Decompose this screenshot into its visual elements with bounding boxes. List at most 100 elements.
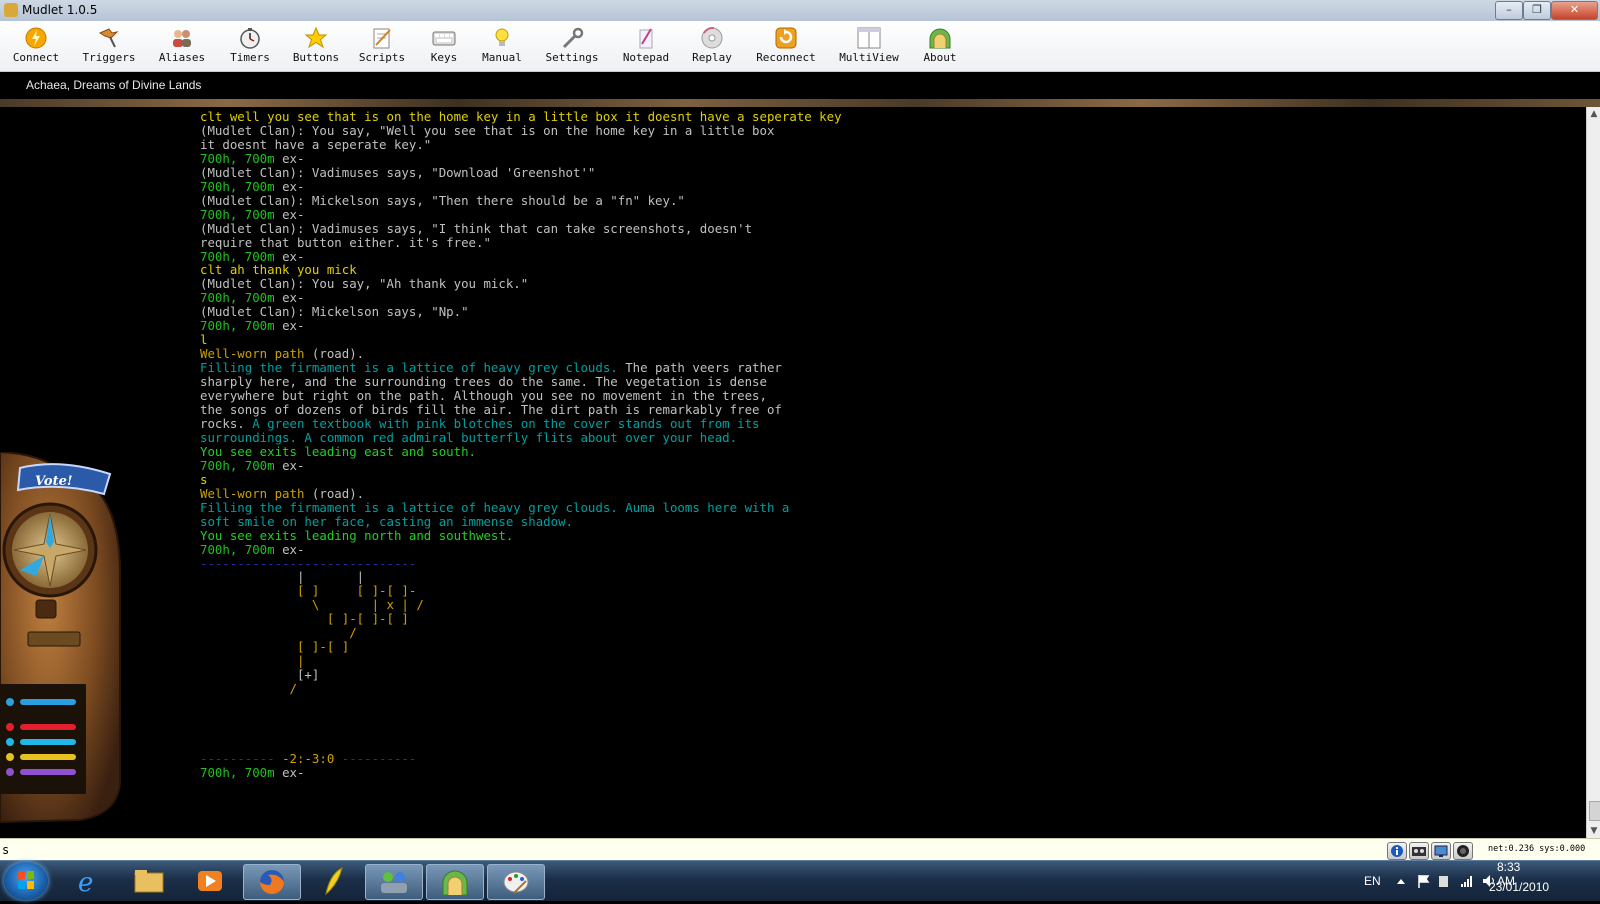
heart-icon bbox=[6, 723, 14, 731]
action-center-flag-icon[interactable] bbox=[1418, 875, 1430, 888]
triggers-button[interactable]: Triggers bbox=[78, 23, 140, 69]
console-text-segment: ex- bbox=[282, 150, 305, 166]
connect-button[interactable]: Connect bbox=[8, 23, 64, 69]
console-text-segment: (road). bbox=[311, 346, 365, 362]
show-hidden-icons-icon[interactable] bbox=[1397, 879, 1405, 884]
multiview-icon bbox=[857, 27, 881, 49]
windows-logo-icon bbox=[18, 871, 34, 889]
console-line: 700h, 700m ex- bbox=[200, 249, 842, 264]
session-tab[interactable]: Achaea, Dreams of Divine Lands bbox=[26, 78, 201, 92]
taskbar-media-player[interactable] bbox=[182, 864, 238, 898]
scroll-down-arrow-icon[interactable]: ▼ bbox=[1587, 824, 1600, 838]
console-line: the songs of dozens of birds fill the ai… bbox=[200, 403, 842, 417]
close-button[interactable]: ✕ bbox=[1551, 1, 1598, 20]
taskbar-feather-app[interactable] bbox=[304, 864, 360, 898]
console-text-segment: 700h, 700m bbox=[200, 541, 283, 557]
console-line: [ ] [ ]-[ ]- bbox=[200, 584, 842, 598]
clock-date[interactable]: 23/01/2010 bbox=[1489, 880, 1549, 894]
main-console[interactable]: clt well you see that is on the home key… bbox=[0, 107, 1586, 838]
console-line: 700h, 700m ex- bbox=[200, 541, 842, 557]
scroll-thumb[interactable] bbox=[1589, 801, 1600, 821]
taskbar-paint[interactable] bbox=[487, 864, 545, 900]
console-line: everywhere but right on the path. Althou… bbox=[200, 389, 842, 403]
about-button[interactable]: About bbox=[912, 23, 968, 69]
about-icon bbox=[929, 28, 951, 49]
console-line: You see exits leading north and southwes… bbox=[200, 528, 842, 543]
vote-label[interactable]: Vote! bbox=[35, 474, 73, 489]
maximize-button[interactable]: ❐ bbox=[1523, 1, 1551, 20]
command-input[interactable] bbox=[2, 842, 1382, 858]
console-line: clt well you see that is on the home key… bbox=[200, 110, 842, 124]
timers-button[interactable]: Timers bbox=[222, 23, 278, 69]
console-text-segment: s bbox=[200, 471, 208, 487]
network-app-icon bbox=[381, 872, 407, 893]
taskbar-network-app[interactable] bbox=[365, 864, 423, 900]
info-icon bbox=[1391, 845, 1403, 857]
endurance-bar bbox=[20, 699, 76, 705]
firefox-icon bbox=[260, 870, 284, 894]
console-text-segment: ex- bbox=[282, 764, 305, 780]
console-line: (Mudlet Clan): Vadimuses says, "I think … bbox=[200, 221, 842, 236]
lock-scroll-button[interactable] bbox=[1431, 842, 1451, 860]
mudlet-app-icon bbox=[4, 3, 18, 17]
mudlet-icon bbox=[442, 870, 468, 896]
taskbar-mudlet[interactable] bbox=[426, 864, 484, 900]
willpower-icon bbox=[6, 753, 14, 761]
usb-device-icon[interactable] bbox=[1439, 876, 1448, 887]
console-text-segment bbox=[200, 695, 207, 710]
logging-toggle-button[interactable] bbox=[1409, 842, 1429, 860]
console-text-segment: it doesnt have a seperate key." bbox=[200, 136, 432, 152]
console-text-segment: (Mudlet Clan): Vadimuses says, "Download… bbox=[200, 164, 596, 180]
minimize-button[interactable]: – bbox=[1495, 1, 1523, 20]
console-line bbox=[200, 724, 842, 738]
console-line: / bbox=[200, 626, 842, 640]
taskbar-ie[interactable]: e bbox=[60, 864, 116, 898]
console-line: [ ]-[ ]-[ ] bbox=[200, 612, 842, 626]
console-line: Well-worn path (road). bbox=[200, 347, 842, 361]
taskbar-explorer[interactable] bbox=[121, 864, 177, 898]
console-text-segment: the songs of dozens of birds fill the ai… bbox=[200, 402, 782, 418]
replay-button[interactable]: Replay bbox=[684, 23, 740, 69]
multiview-button[interactable]: MultiView bbox=[834, 23, 904, 69]
buttons-button[interactable]: Buttons bbox=[286, 23, 346, 69]
console-line: require that button either. it's free." bbox=[200, 235, 842, 250]
notepad-button[interactable]: Notepad bbox=[616, 23, 676, 69]
console-scrollbar[interactable]: ▲ ▼ bbox=[1586, 107, 1600, 838]
keys-button[interactable]: Keys bbox=[416, 23, 472, 69]
reconnect-button[interactable]: Reconnect bbox=[750, 23, 822, 69]
feather-app-icon bbox=[325, 867, 343, 896]
console-line: s bbox=[200, 471, 842, 487]
decorative-border bbox=[0, 99, 1600, 107]
console-text-segment: [ ]-[ ] bbox=[200, 639, 350, 655]
console-text-segment: (Mudlet Clan): Mickelson says, "Np." bbox=[200, 304, 469, 320]
scroll-up-arrow-icon[interactable]: ▲ bbox=[1587, 107, 1600, 121]
mana-bar bbox=[20, 739, 76, 745]
taskbar-firefox[interactable] bbox=[243, 864, 301, 900]
console-text-segment: ex- bbox=[282, 318, 305, 334]
aliases-button[interactable]: Aliases bbox=[152, 23, 212, 69]
connect-icon bbox=[25, 27, 47, 49]
console-line: it doesnt have a seperate key." bbox=[200, 136, 842, 152]
console-line: clt ah thank you mick bbox=[200, 263, 842, 277]
console-line: [+] bbox=[200, 668, 842, 682]
start-button[interactable] bbox=[4, 862, 48, 900]
settings-button[interactable]: Settings bbox=[538, 23, 606, 69]
emergency-stop-button[interactable] bbox=[1453, 842, 1473, 860]
scripts-button[interactable]: Scripts bbox=[354, 23, 410, 69]
manual-label: Manual bbox=[482, 51, 522, 64]
manual-button[interactable]: Manual bbox=[474, 23, 530, 69]
console-line: 700h, 700m ex- bbox=[200, 764, 842, 780]
console-line: 700h, 700m ex- bbox=[200, 291, 842, 305]
language-indicator[interactable]: EN bbox=[1364, 874, 1381, 888]
console-text-segment: everywhere but right on the path. Althou… bbox=[200, 388, 767, 404]
console-text-segment: 700h, 700m bbox=[200, 318, 283, 334]
console-line bbox=[200, 738, 842, 752]
info-toggle-button[interactable] bbox=[1387, 842, 1407, 860]
console-text-segment: (Mudlet Clan): Mickelson says, "Then the… bbox=[200, 192, 685, 208]
console-line: (Mudlet Clan): You say, "Well you see th… bbox=[200, 123, 842, 138]
network-signal-icon[interactable] bbox=[1461, 876, 1472, 887]
console-line: \ | x | / bbox=[200, 598, 842, 612]
console-line: (Mudlet Clan): You say, "Ah thank you mi… bbox=[200, 277, 842, 291]
console-text-segment: | bbox=[200, 653, 305, 669]
console-line: ----------------------------- bbox=[200, 556, 842, 571]
